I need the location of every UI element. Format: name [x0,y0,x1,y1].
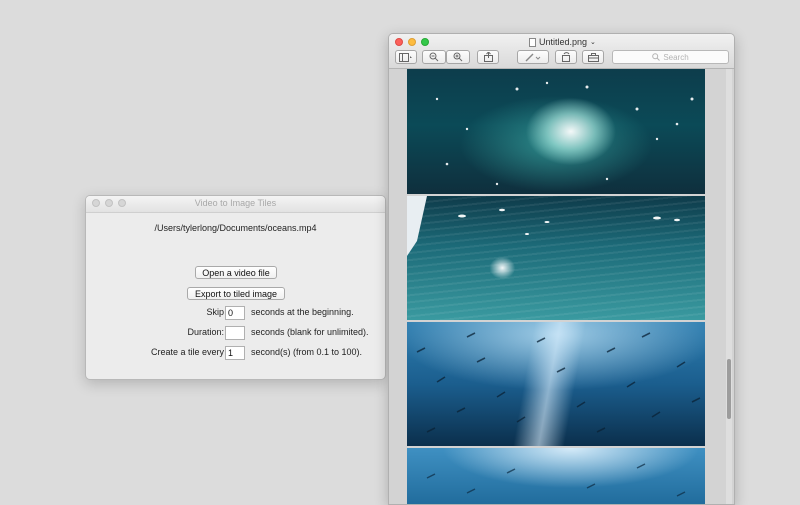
sidebar-icon [399,52,412,62]
window-title: Video to Image Tiles [194,198,277,208]
skip-suffix: seconds at the beginning. [251,307,354,317]
sidebar-toggle-button[interactable] [395,50,417,64]
chevron-down-icon: ⌄ [590,39,596,46]
preview-window: Untitled.png ⌄ Search [388,33,735,505]
search-field[interactable]: Search [612,50,729,64]
tile-interval-label: Create a tile every [150,347,224,357]
vertical-scrollbar[interactable] [726,69,732,504]
duration-row: Duration: seconds (blank for unlimited). [86,326,385,340]
rotate-button[interactable] [555,50,577,64]
seabirds-overlay [435,81,694,186]
tiled-image [407,69,705,504]
tile-interval-input[interactable] [225,346,245,360]
fish-school-tile-partial [407,448,705,504]
zoom-in-button[interactable] [446,50,470,64]
skip-row: Skip seconds at the beginning. [86,306,385,320]
toolbox-icon [587,52,599,62]
zoom-out-icon [429,52,439,62]
fish-overlay [426,463,686,497]
file-path-label: /Users/tylerlong/Documents/oceans.mp4 [154,223,317,233]
markup-button[interactable] [517,50,549,64]
ocean-splash-tile [407,69,705,194]
duration-input[interactable] [225,326,245,340]
search-placeholder: Search [663,52,689,62]
share-icon [483,52,493,62]
document-title-text: Untitled.png [539,37,588,47]
duration-label: Duration: [187,327,224,337]
zoom-button[interactable] [421,38,429,46]
rotate-icon [562,52,570,62]
tile-interval-suffix: second(s) (from 0.1 to 100). [251,347,363,357]
open-video-button[interactable]: Open a video file [195,266,277,279]
share-button[interactable] [477,50,499,64]
preview-toolbar: Untitled.png ⌄ Search [389,34,734,69]
tile-interval-row: Create a tile every second(s) (from 0.1 … [86,346,385,360]
search-icon [652,53,661,61]
title-bar: Video to Image Tiles [86,196,385,213]
export-button[interactable]: Export to tiled image [187,287,285,300]
minimize-button[interactable] [408,38,416,46]
skip-input[interactable] [225,306,245,320]
ocean-surface-tile [407,196,705,320]
document-title[interactable]: Untitled.png ⌄ [529,37,596,47]
close-button[interactable] [395,38,403,46]
toolbox-button[interactable] [582,50,604,64]
video-to-image-tiles-window: Video to Image Tiles /Users/tylerlong/Do… [85,195,386,380]
markup-pen-icon [525,53,541,61]
zoom-out-button[interactable] [422,50,446,64]
fish-overlay [416,332,701,433]
window-controls [395,38,429,46]
document-icon [529,37,536,47]
seabirds-overlay [407,196,680,256]
zoom-in-icon [453,52,463,62]
duration-suffix: seconds (blank for unlimited). [251,327,369,337]
document-viewport[interactable] [389,69,734,504]
skip-label: Skip [206,307,224,317]
fish-school-tile [407,322,705,446]
scrollbar-thumb[interactable] [727,359,731,419]
